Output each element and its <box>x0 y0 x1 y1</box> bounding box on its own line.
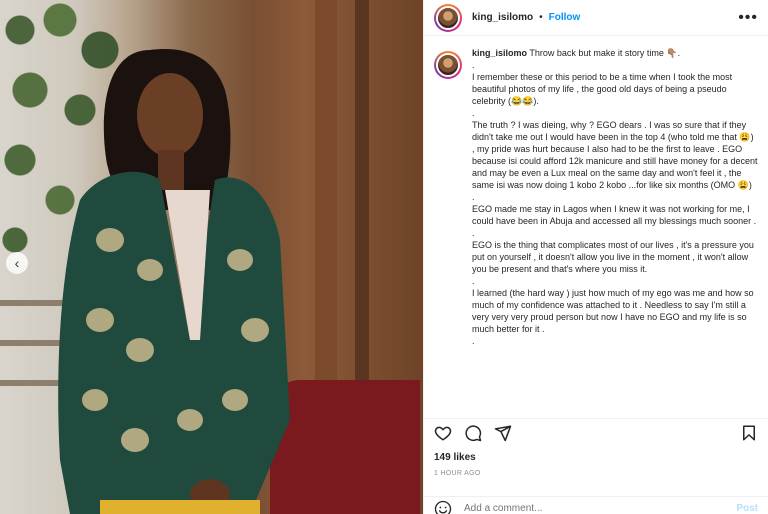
avatar[interactable] <box>434 3 462 32</box>
post-photo[interactable]: ‹ <box>0 0 423 514</box>
caption-paragraph: I remember these or this period to be a … <box>472 72 733 106</box>
separator-dot: • <box>539 12 543 23</box>
caption-paragraph: EGO is the thing that complicates most o… <box>472 240 754 274</box>
caption-paragraph: . <box>472 336 475 346</box>
caption-first-line: king_isilomo Throw back but make it stor… <box>472 47 758 59</box>
comment-icon[interactable] <box>464 424 482 442</box>
emoji-icon[interactable] <box>434 500 452 514</box>
header-username[interactable]: king_isilomo <box>472 12 533 23</box>
caption-intro: Throw back but make it story time 👇🏽. <box>529 48 681 58</box>
caption-avatar[interactable] <box>434 51 462 79</box>
add-comment-bar: Post <box>424 496 768 514</box>
post-header: king_isilomo • Follow ••• <box>424 0 768 36</box>
chevron-left-icon[interactable]: ‹ <box>6 252 28 274</box>
share-icon[interactable] <box>494 424 512 442</box>
caption-paragraph: . <box>472 108 475 118</box>
caption-username[interactable]: king_isilomo <box>472 48 527 58</box>
comments-section: king_isilomo Throw back but make it stor… <box>424 37 768 413</box>
bookmark-icon[interactable] <box>740 424 758 442</box>
heart-icon[interactable] <box>434 424 452 442</box>
caption-paragraph: The truth ? I was dieing, why ? EGO dear… <box>472 120 758 190</box>
more-options-icon[interactable]: ••• <box>738 9 758 27</box>
caption-paragraph: . <box>472 60 475 70</box>
post-timestamp: 1 HOUR AGO <box>434 470 481 477</box>
follow-button[interactable]: Follow <box>549 12 581 23</box>
caption-paragraph: I learned (the hard way ) just how much … <box>472 288 754 334</box>
post-details-panel: king_isilomo • Follow ••• king_isilomo T… <box>423 0 768 514</box>
post-comment-button[interactable]: Post <box>736 503 758 514</box>
likes-count[interactable]: 149 likes <box>434 452 476 463</box>
comment-input[interactable] <box>464 503 737 514</box>
caption-paragraph: EGO made me stay in Lagos when I knew it… <box>472 204 757 226</box>
post-caption: king_isilomo Throw back but make it stor… <box>472 47 758 413</box>
post-actions <box>424 418 768 446</box>
caption-paragraph: . <box>472 192 475 202</box>
caption-paragraph: . <box>472 228 475 238</box>
caption-paragraph: . <box>472 276 475 286</box>
woman-figure <box>58 49 291 514</box>
